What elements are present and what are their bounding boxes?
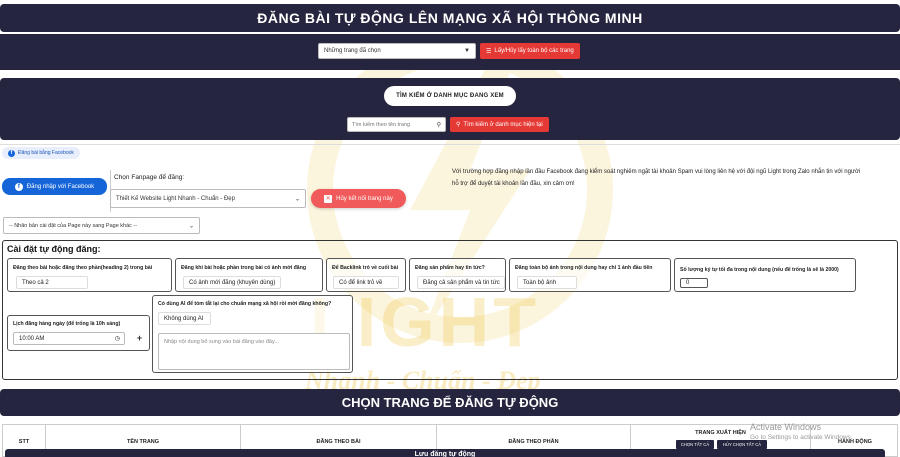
facebook-login-label: Đăng nhập với Facebook — [26, 183, 95, 190]
search-input[interactable]: Tìm kiếm theo tên trang ⚲ — [347, 117, 446, 132]
post-type-label: Đăng theo bài hoặc đăng theo phần(headin… — [13, 265, 153, 271]
backlink-label: Để Backlink trỏ về cuối bài — [332, 265, 399, 271]
search-category-button[interactable]: TÌM KIẾM Ở DANH MỤC ĐANG XEM — [384, 86, 516, 106]
unlink-page-label: Hủy kết nối trang này — [336, 195, 393, 202]
clone-settings-select[interactable]: -- Nhân bản cài đặt của Page này sang Pa… — [3, 217, 200, 234]
deselect-all-button[interactable]: HỦY CHỌN TẤT CẢ — [717, 440, 767, 449]
post-type-field: Đăng theo bài hoặc đăng theo phần(headin… — [7, 258, 172, 292]
max-chars-label: Số lượng ký tự tối đa trong nội dung (nế… — [680, 267, 839, 273]
chevron-down-icon: ⌄ — [294, 196, 300, 202]
fanpage-label: Chọn Fanpage để đăng: — [114, 174, 185, 181]
page-select-bar: Những trang đã chọn ▼ ☰ Lấy/Hủy lấy toàn… — [0, 34, 900, 70]
fanpage-select-value: Thiết Kế Website Light Nhanh - Chuẩn - Đ… — [116, 195, 235, 202]
schedule-label: Lịch đăng hàng ngày (để trống là 10h sán… — [13, 321, 121, 327]
all-images-field: Đăng toàn bộ ảnh trong nội dung hay chỉ … — [509, 258, 671, 292]
extra-content-textarea[interactable]: Nhập nội dung bổ sung vào bài đăng vào đ… — [158, 333, 350, 370]
page-title: ĐĂNG BÀI TỰ ĐỘNG LÊN MẠNG XÃ HỘI THÔNG M… — [0, 4, 900, 32]
list-icon: ☰ — [486, 48, 492, 55]
search-icon: ⚲ — [436, 122, 441, 128]
add-schedule-button[interactable]: + — [134, 333, 145, 344]
page-section-title: CHỌN TRANG ĐỂ ĐĂNG TỰ ĐỘNG — [0, 389, 900, 416]
activate-windows-hint: Go to Settings to activate Windows. — [750, 434, 853, 441]
image-required-label: Đăng khi bài hoặc phần trong bài có ảnh … — [181, 265, 307, 271]
clone-settings-value: -- Nhân bản cài đặt của Page này sang Pa… — [9, 222, 138, 229]
chevron-down-icon: ⌄ — [188, 223, 194, 229]
image-required-field: Đăng khi bài hoặc phần trong bài có ảnh … — [175, 258, 323, 292]
image-required-select[interactable]: Có ảnh mới đăng (khuyên dùng) — [183, 276, 281, 289]
max-chars-input[interactable]: 0 — [680, 278, 708, 288]
chevron-down-icon: ▼ — [464, 48, 470, 54]
unlink-page-button[interactable]: ✕ Hủy kết nối trang này — [311, 189, 406, 208]
max-chars-field: Số lượng ký tự tối đa trong nội dung (nế… — [674, 258, 856, 292]
schedule-time-value: 10:00 AM — [19, 335, 45, 342]
activate-windows-title: Activate Windows — [750, 422, 822, 432]
settings-title: Cài đặt tự động đăng: — [7, 244, 101, 254]
unlink-icon: ✕ — [324, 194, 333, 203]
search-icon: ⚲ — [456, 122, 461, 128]
login-notice: Với trường hợp đăng nhập lần đầu Faceboo… — [452, 169, 861, 187]
page-select-value: Những trang đã chọn — [324, 48, 381, 54]
product-news-label: Đăng sản phẩm hay tin tức? — [415, 265, 485, 271]
search-current-category-button[interactable]: ⚲ Tìm kiếm ở danh mục hiện tại — [450, 117, 549, 132]
settings-panel: Cài đặt tự động đăng: Đăng theo bài hoặc… — [2, 240, 898, 380]
toggle-all-pages-button[interactable]: ☰ Lấy/Hủy lấy toàn bộ các trang — [480, 43, 580, 59]
all-images-label: Đăng toàn bộ ảnh trong nội dung hay chỉ … — [515, 265, 653, 271]
clock-icon: ◷ — [114, 336, 120, 342]
search-input-placeholder: Tìm kiếm theo tên trang — [352, 121, 411, 128]
ai-summary-label: Có dùng AI để tóm tắt lại cho chuẩn mạng… — [158, 301, 332, 307]
facebook-login-button[interactable]: f Đăng nhập với Facebook — [2, 178, 107, 195]
ai-summary-field: Có dùng AI để tóm tắt lại cho chuẩn mạng… — [152, 295, 353, 373]
product-news-field: Đăng sản phẩm hay tin tức? Đăng cả sản p… — [409, 258, 506, 292]
post-type-select[interactable]: Theo cả 2 — [16, 276, 88, 289]
backlink-select[interactable]: Có để link trỏ về — [333, 276, 399, 289]
product-news-select[interactable]: Đăng cả sản phẩm và tin tức — [417, 276, 505, 289]
all-images-select[interactable]: Toàn bộ ảnh — [517, 276, 577, 289]
ai-summary-select[interactable]: Không dùng AI — [158, 312, 211, 325]
backlink-field: Để Backlink trỏ về cuối bài Có để link t… — [326, 258, 406, 292]
schedule-field: Lịch đăng hàng ngày (để trống là 10h sán… — [7, 315, 150, 351]
search-current-label: Tìm kiếm ở danh mục hiện tại — [463, 121, 543, 128]
fanpage-select[interactable]: Thiết Kế Website Light Nhanh - Chuẩn - Đ… — [110, 189, 306, 208]
save-auto-post-button[interactable]: Lưu đăng tự động — [5, 449, 885, 457]
toggle-all-pages-label: Lấy/Hủy lấy toàn bộ các trang — [494, 48, 574, 54]
page-select[interactable]: Những trang đã chọn ▼ — [318, 43, 476, 59]
select-all-button[interactable]: CHỌN TẤT CẢ — [676, 440, 714, 449]
schedule-time-input[interactable]: 10:00 AM ◷ — [13, 332, 125, 345]
facebook-icon: f — [14, 182, 23, 191]
search-bar: TÌM KIẾM Ở DANH MỤC ĐANG XEM Tìm kiếm th… — [0, 78, 900, 140]
